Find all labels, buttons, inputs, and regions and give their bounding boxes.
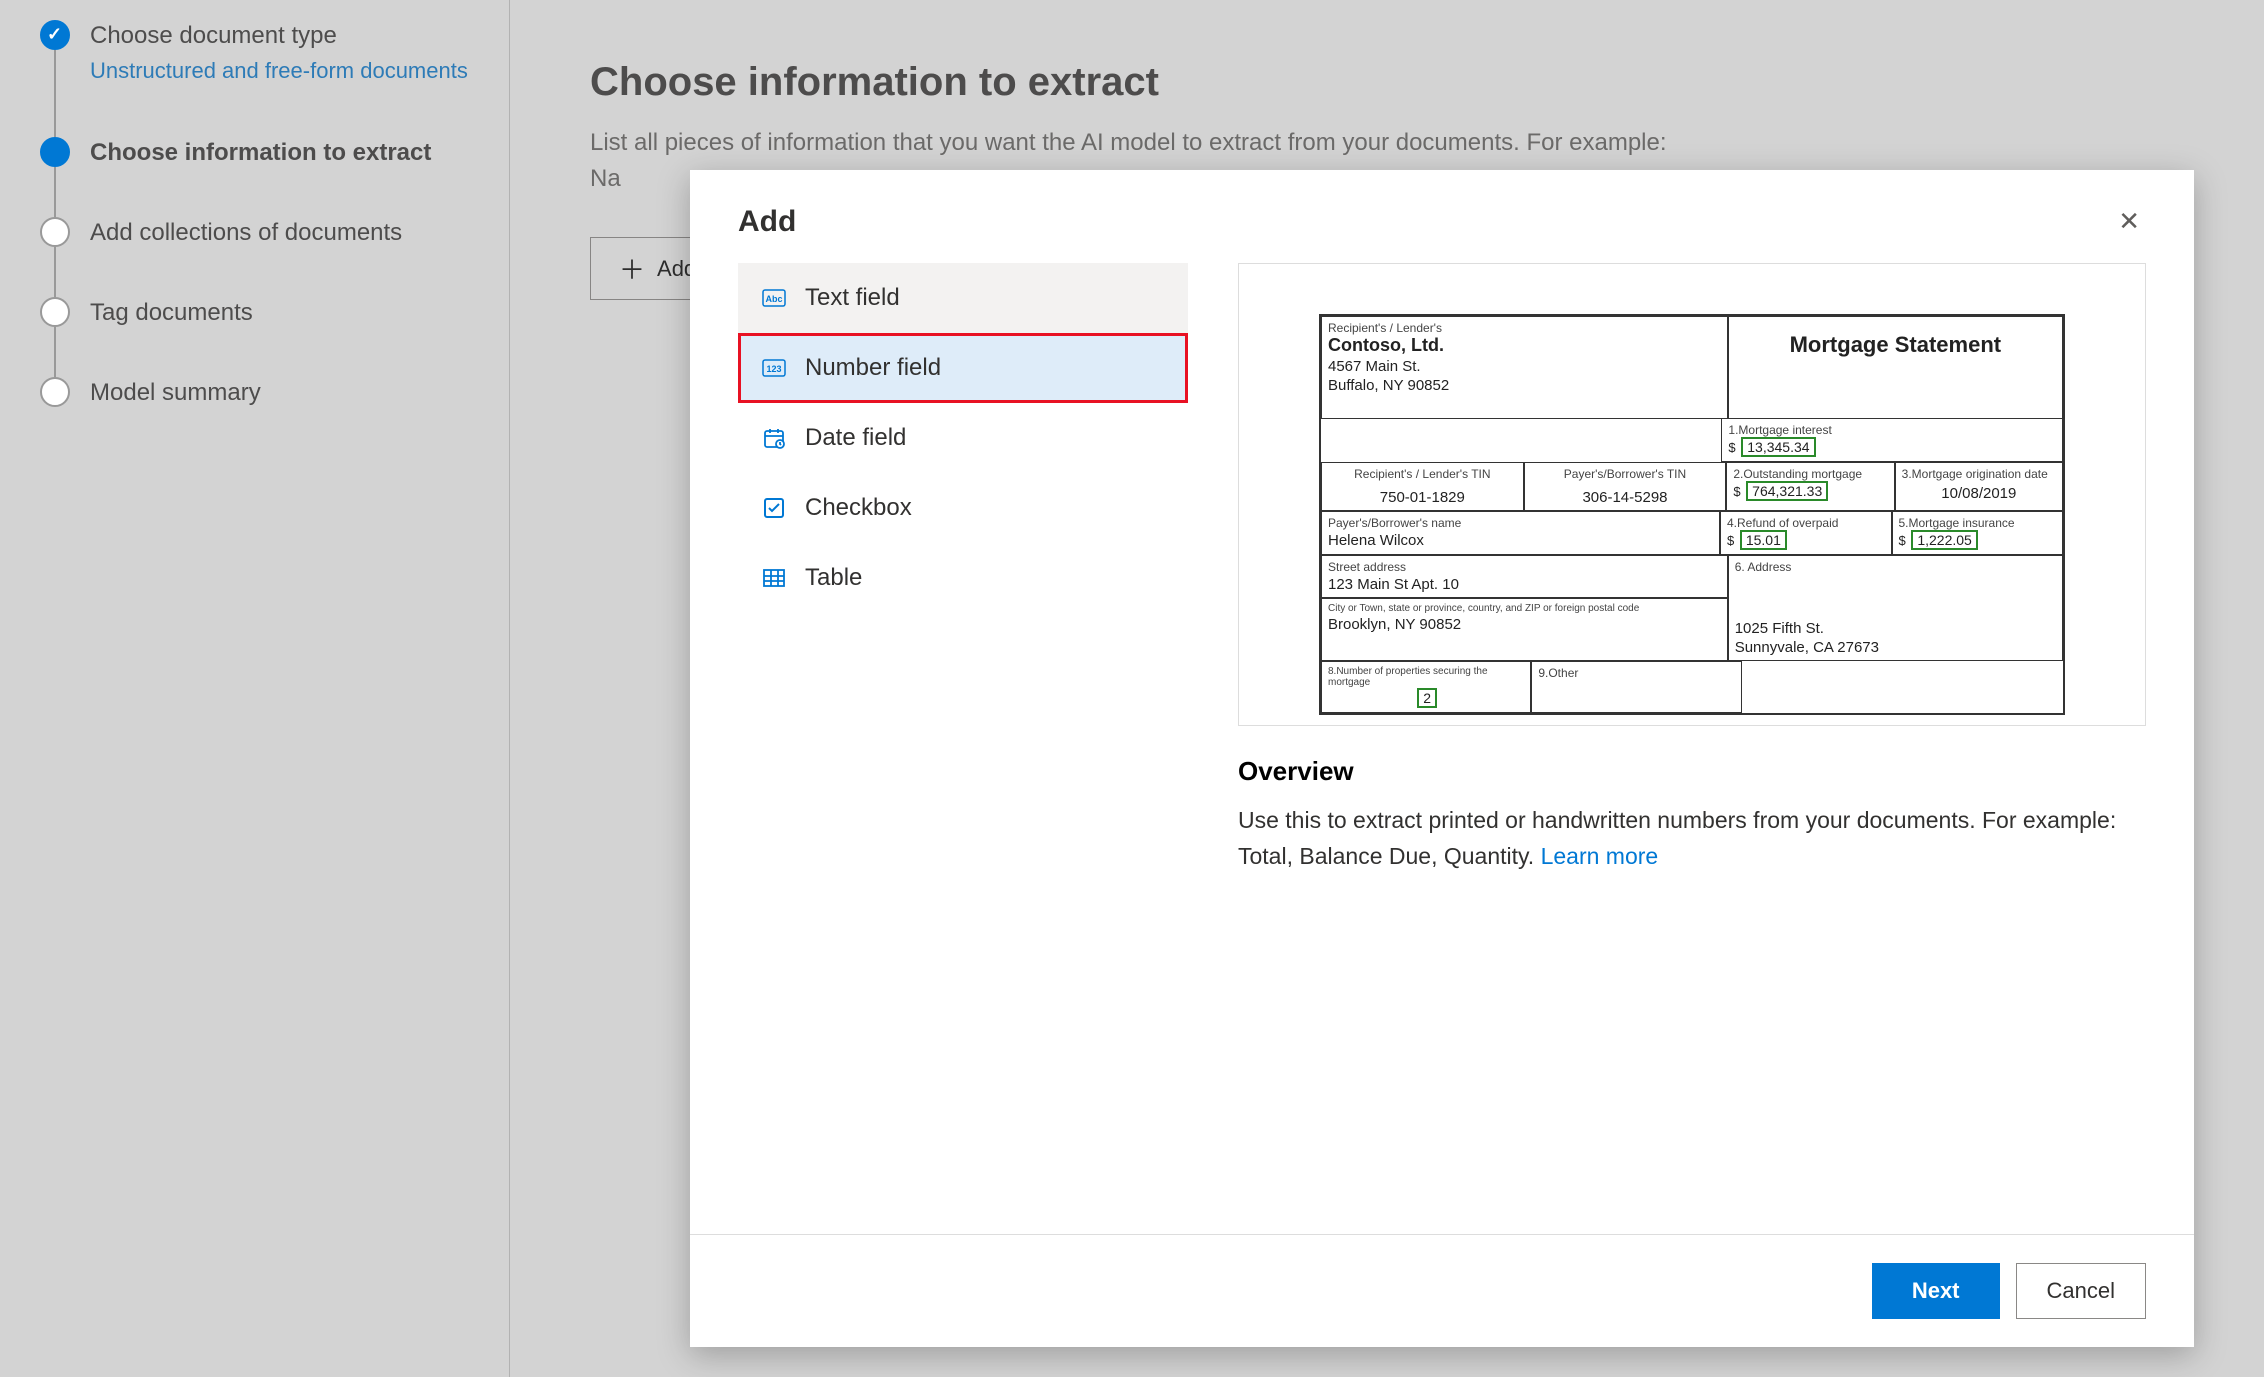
option-text-field[interactable]: Abc Text field [738,263,1188,333]
option-label: Date field [805,424,906,452]
cancel-button[interactable]: Cancel [2016,1263,2146,1319]
svg-text:Abc: Abc [765,294,782,304]
next-button[interactable]: Next [1872,1263,2000,1319]
option-label: Number field [805,354,941,382]
overview-text: Use this to extract printed or handwritt… [1238,803,2146,874]
option-table[interactable]: Table [738,543,1188,613]
step-marker [40,217,70,247]
option-label: Table [805,564,862,592]
step-marker-done [40,20,70,50]
preview-image: Recipient's / Lender's Contoso, Ltd. 456… [1238,263,2146,726]
option-date-field[interactable]: Date field [738,403,1188,473]
step-marker [40,377,70,407]
option-number-field[interactable]: 123 Number field [738,333,1188,403]
table-icon [761,565,787,591]
option-label: Text field [805,284,900,312]
modal-title: Add [738,205,796,239]
svg-text:123: 123 [766,364,781,374]
checkbox-icon [761,495,787,521]
number-field-icon: 123 [761,355,787,381]
overview-heading: Overview [1238,756,2146,787]
field-type-list: Abc Text field 123 Number field Date fie… [738,263,1188,1214]
option-label: Checkbox [805,494,912,522]
text-field-icon: Abc [761,285,787,311]
learn-more-link[interactable]: Learn more [1541,843,1659,869]
close-button[interactable]: ✕ [2112,200,2146,243]
step-marker [40,297,70,327]
add-field-modal: Add ✕ Abc Text field 123 Number field [690,170,2194,1347]
close-icon: ✕ [2118,206,2140,236]
option-checkbox[interactable]: Checkbox [738,473,1188,543]
date-field-icon [761,425,787,451]
step-marker-active [40,137,70,167]
